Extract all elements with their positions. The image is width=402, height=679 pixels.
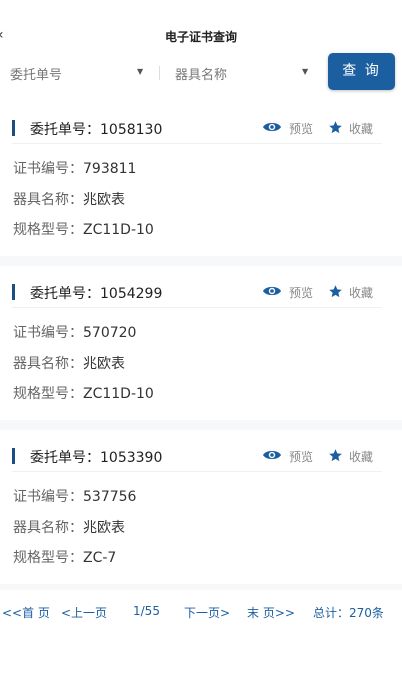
model-value: ZC-7: [83, 550, 117, 566]
next-page-link[interactable]: 下一页>: [184, 604, 230, 621]
model-row: 规格型号：ZC11D-10: [13, 383, 154, 403]
pagination: <<首 页 <上一页 1/55 下一页> 末 页>> 总计：270条: [0, 600, 402, 624]
record-card: 委托单号：1053390 预览 收藏 证书编号：537756 器具名称：兆欧表 …: [0, 442, 402, 590]
model-value: ZC11D-10: [83, 222, 154, 238]
preview-label: 预览: [289, 122, 314, 136]
cert-label: 证书编号：: [13, 325, 83, 341]
record-card: 委托单号：1058130 预览 收藏 证书编号：793811 器具名称：兆欧表 …: [0, 114, 402, 262]
cert-value: 537756: [83, 489, 137, 505]
instrument-name-row: 器具名称：兆欧表: [13, 189, 125, 209]
card-separator: [0, 584, 402, 590]
favorite-label: 收藏: [349, 450, 374, 464]
name-value: 兆欧表: [83, 520, 125, 536]
name-label: 器具名称：: [13, 356, 83, 372]
star-icon: [329, 285, 342, 298]
cert-label: 证书编号：: [13, 161, 83, 177]
instrument-name-row: 器具名称：兆欧表: [13, 353, 125, 373]
order-value: 1058130: [100, 122, 163, 138]
cert-number-row: 证书编号：537756: [13, 486, 136, 506]
accent-bar: [12, 284, 15, 300]
instrument-name-select[interactable]: 器具名称 ▼: [175, 64, 315, 83]
favorite-label: 收藏: [349, 122, 374, 136]
order-number: 委托单号：1054299: [30, 283, 162, 303]
record-card: 委托单号：1054299 预览 收藏 证书编号：570720 器具名称：兆欧表 …: [0, 278, 402, 426]
query-button[interactable]: 查 询: [328, 53, 395, 90]
cert-value: 570720: [83, 325, 137, 341]
card-separator: [0, 256, 402, 266]
star-icon: [329, 449, 342, 462]
favorite-label: 收藏: [349, 286, 374, 300]
filter-bar: 委托单号 ▼ 器具名称 ▼ 查 询: [0, 52, 402, 92]
page-title: 电子证书查询: [164, 30, 237, 44]
name-value: 兆欧表: [83, 192, 125, 208]
accent-bar: [12, 448, 15, 464]
cert-number-row: 证书编号：570720: [13, 322, 136, 342]
name-label: 器具名称：: [13, 520, 83, 536]
total-count: 总计：270条: [313, 606, 384, 620]
order-type-select[interactable]: 委托单号 ▼: [10, 64, 150, 83]
app-header: ‹ 电子证书查询: [0, 0, 402, 56]
eye-icon: [263, 286, 281, 296]
card-separator: [0, 420, 402, 430]
order-value: 1054299: [100, 286, 163, 302]
cert-label: 证书编号：: [13, 489, 83, 505]
eye-icon: [263, 450, 281, 460]
chevron-down-icon: ▼: [137, 67, 144, 76]
record-card-header: 委托单号：1058130 预览 收藏: [12, 114, 382, 144]
name-value: 兆欧表: [83, 356, 125, 372]
instrument-name-row: 器具名称：兆欧表: [13, 517, 125, 537]
model-row: 规格型号：ZC-7: [13, 547, 116, 567]
model-row: 规格型号：ZC11D-10: [13, 219, 154, 239]
order-number: 委托单号：1058130: [30, 119, 162, 139]
order-number: 委托单号：1053390: [30, 447, 162, 467]
prev-page-link[interactable]: <上一页: [61, 604, 107, 621]
name-label: 器具名称：: [13, 192, 83, 208]
cert-number-row: 证书编号：793811: [13, 158, 136, 178]
record-card-header: 委托单号：1053390 预览 收藏: [12, 442, 382, 472]
eye-icon: [263, 122, 281, 132]
order-label: 委托单号：: [30, 450, 100, 466]
order-label: 委托单号：: [30, 122, 100, 138]
order-label: 委托单号：: [30, 286, 100, 302]
preview-label: 预览: [289, 450, 314, 464]
last-page-link[interactable]: 末 页>>: [247, 604, 295, 621]
order-type-select-value: 委托单号: [10, 68, 63, 83]
record-card-header: 委托单号：1054299 预览 收藏: [12, 278, 382, 308]
model-label: 规格型号：: [13, 550, 83, 566]
divider: [159, 66, 160, 80]
model-label: 规格型号：: [13, 222, 83, 238]
instrument-name-select-value: 器具名称: [175, 68, 228, 83]
star-icon: [329, 121, 342, 134]
cert-value: 793811: [83, 161, 137, 177]
preview-label: 预览: [289, 286, 314, 300]
page-indicator: 1/55: [133, 604, 160, 618]
accent-bar: [12, 120, 15, 136]
order-value: 1053390: [100, 450, 163, 466]
chevron-down-icon: ▼: [302, 67, 309, 76]
first-page-link[interactable]: <<首 页: [2, 604, 50, 621]
model-label: 规格型号：: [13, 386, 83, 402]
model-value: ZC11D-10: [83, 386, 154, 402]
